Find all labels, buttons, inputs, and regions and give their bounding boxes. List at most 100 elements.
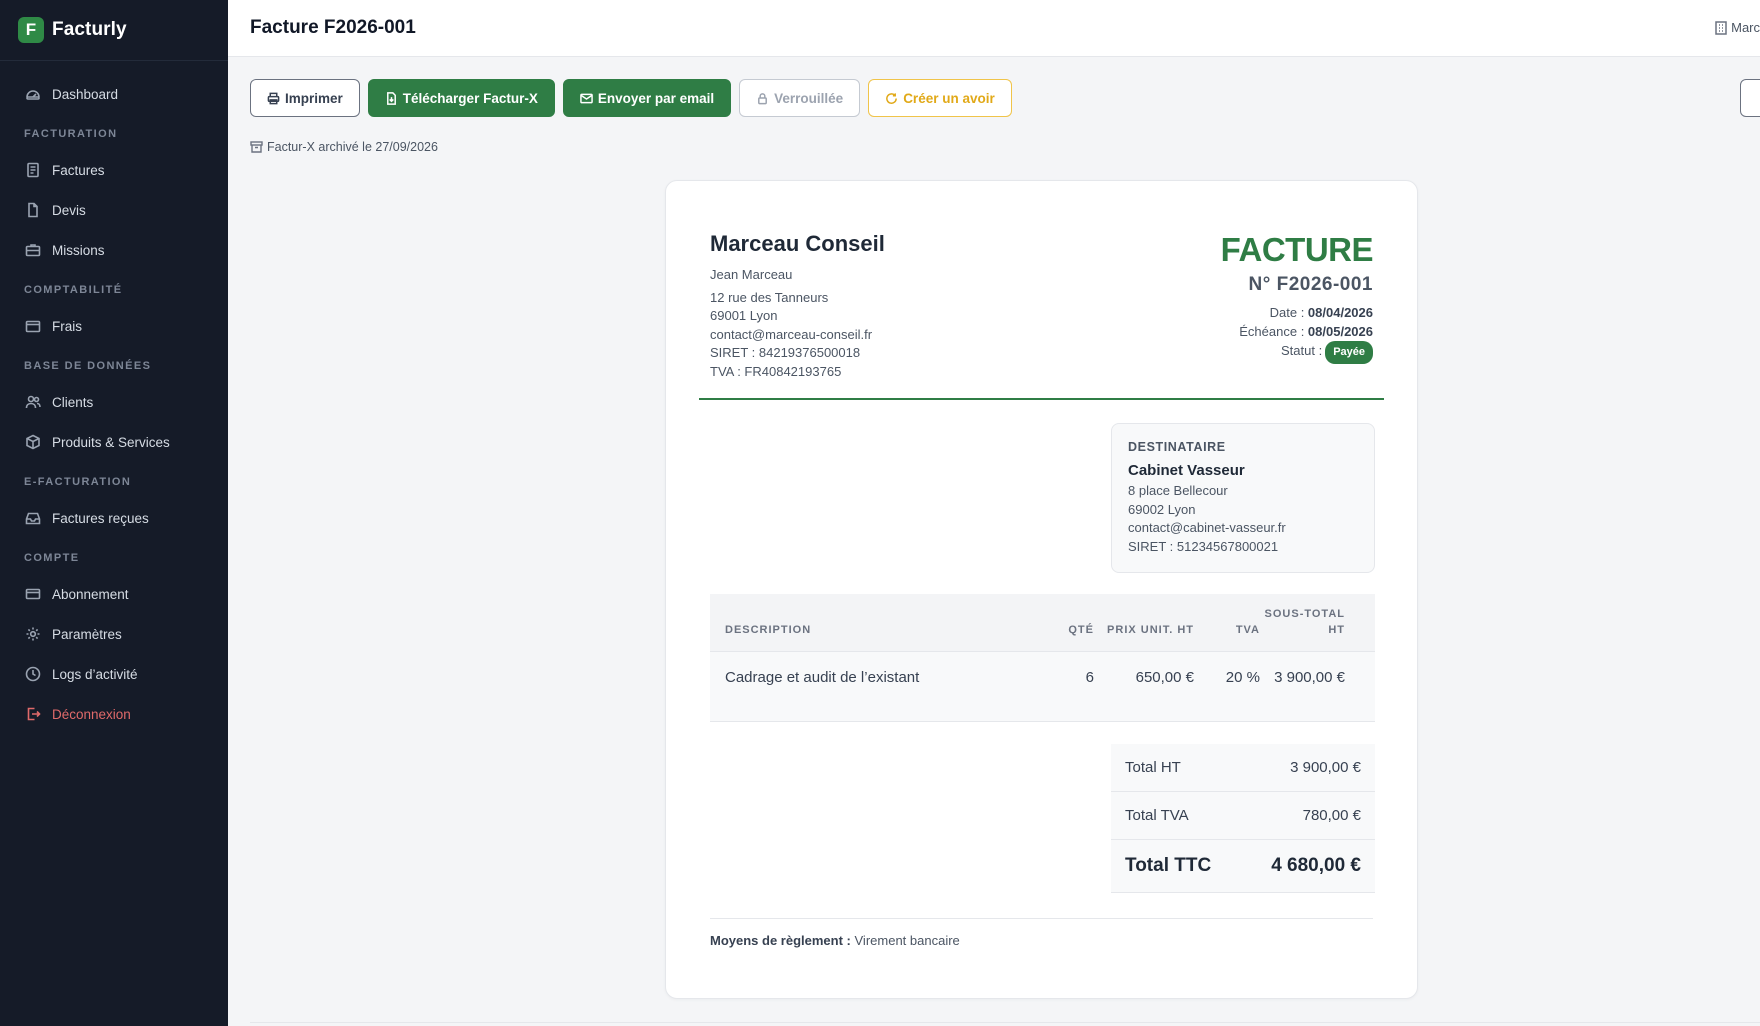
issuer-address2: 69001 Lyon (710, 308, 778, 323)
sidebar-item-missions[interactable]: Missions (0, 230, 228, 270)
sidebar-item-abonnement[interactable]: Abonnement (0, 574, 228, 614)
user-menu[interactable]: Marc (1715, 20, 1760, 35)
document-type: FACTURE (1220, 231, 1374, 268)
send-email-button[interactable]: Envoyer par email (562, 79, 732, 117)
cell-subtotal: 3 900,00 € (1274, 669, 1345, 686)
column-header-description: DESCRIPTION (725, 624, 812, 636)
sidebar-item-devis[interactable]: Devis (0, 190, 228, 230)
cell-tva: 20 % (1225, 669, 1260, 686)
sidebar-item-label: Frais (52, 318, 82, 334)
table-header: DESCRIPTION QTÉ PRIX UNIT. HT TVA SOUS-T… (710, 594, 1375, 652)
sidebar-item-label: Paramètres (52, 626, 122, 642)
more-actions-button[interactable] (1740, 79, 1760, 117)
issuer-name: Marceau Conseil (710, 231, 885, 256)
recipient-address1: 8 place Bellecour (1128, 483, 1228, 498)
due-value: 08/05/2026 (1307, 323, 1373, 339)
invoice-number: N° F2026-001 (1248, 274, 1373, 295)
sidebar-item-label: Missions (52, 242, 105, 258)
sidebar-item-factures[interactable]: Factures (0, 150, 228, 190)
download-button-label: Télécharger Factur-X (402, 90, 538, 106)
sidebar: F Facturly Dashboard FACTURATION Facture… (0, 0, 228, 1026)
recipient-name: Cabinet Vasseur (1128, 462, 1245, 479)
payment-methods: Moyens de règlement : Virement bancaire (710, 933, 960, 948)
send-button-label: Envoyer par email (597, 90, 715, 106)
issuer-tva: TVA : FR40842193765 (710, 363, 842, 379)
total-ht-row: Total HT 3 900,00 € (1111, 744, 1375, 792)
sidebar-section-facturation: FACTURATION (24, 128, 118, 140)
total-tva-label: Total TVA (1125, 807, 1189, 824)
archive-note: Factur-X archivé le 27/09/2026 (250, 140, 438, 154)
table-row: Cadrage et audit de l’existant 6 650,00 … (710, 652, 1375, 722)
sidebar-section-base: BASE DE DONNÉES (24, 360, 152, 372)
header-divider (699, 398, 1384, 400)
sidebar-item-dashboard[interactable]: Dashboard (0, 74, 228, 114)
recipient-siret: SIRET : 51234567800021 (1128, 538, 1279, 554)
credit-note-button[interactable]: Créer un avoir (868, 79, 1012, 117)
issuer-address1: 12 rue des Tanneurs (710, 289, 829, 305)
sidebar-item-produits[interactable]: Produits & Services (0, 422, 228, 462)
invoice-toolbar: Imprimer Télécharger Factur-X Envoyer pa… (250, 79, 1012, 117)
gear-icon (26, 627, 40, 641)
sidebar-item-label: Déconnexion (52, 706, 131, 722)
locked-button[interactable]: Verrouillée (739, 79, 861, 117)
app-logo: F (18, 17, 44, 43)
column-header-subtotal: SOUS-TOTAL HT (1264, 608, 1345, 636)
page-title: Facture F2026-001 (250, 17, 416, 38)
column-header-tva: TVA (1235, 624, 1260, 636)
sidebar-item-label: Factures (52, 162, 105, 178)
column-header-qty: QTÉ (1068, 624, 1094, 636)
cell-description: Cadrage et audit de l’existant (725, 669, 920, 686)
total-ttc-row: Total TTC 4 680,00 € (1111, 840, 1375, 893)
brand[interactable]: F Facturly (0, 0, 228, 61)
print-button[interactable]: Imprimer (250, 79, 360, 117)
total-tva-row: Total TVA 780,00 € (1111, 792, 1375, 840)
footer-divider (710, 918, 1373, 919)
users-icon (25, 395, 41, 409)
page-bottom-divider (250, 1022, 1760, 1023)
status-badge: Payée (1325, 341, 1373, 364)
sidebar-item-factures-recues[interactable]: Factures reçues (0, 498, 228, 538)
issuer-email: contact@marceau-conseil.fr (710, 326, 873, 342)
invoice-due-date: Échéance : 08/05/2026 (1221, 323, 1373, 342)
invoice-icon (27, 162, 39, 178)
total-ttc-value: 4 680,00 € (1271, 855, 1361, 876)
sidebar-section-efacturation: E-FACTURATION (24, 476, 132, 488)
sidebar-item-parametres[interactable]: Paramètres (0, 614, 228, 654)
payment-label: Moyens de règlement : (710, 933, 851, 948)
box-icon (26, 434, 40, 450)
sidebar-item-label: Dashboard (52, 86, 119, 102)
recipient-address2: 69002 Lyon (1128, 501, 1196, 517)
logout-icon (27, 707, 41, 721)
sidebar-item-frais[interactable]: Frais (0, 306, 228, 346)
total-ht-label: Total HT (1125, 759, 1181, 776)
total-tva-value: 780,00 € (1302, 807, 1361, 824)
issuer-contact-person: Jean Marceau (710, 267, 793, 282)
refresh-icon (886, 92, 898, 104)
sidebar-item-deconnexion[interactable]: Déconnexion (0, 694, 228, 734)
date-value: 08/04/2026 (1307, 305, 1373, 320)
file-download-icon (386, 91, 396, 105)
download-facturx-button[interactable]: Télécharger Factur-X (367, 79, 555, 117)
invoice-meta: FACTURE N° F2026-001 Date : 08/04/2026 É… (1220, 231, 1374, 364)
invoice-lines-table: DESCRIPTION QTÉ PRIX UNIT. HT TVA SOUS-T… (710, 594, 1375, 722)
building-icon (1715, 20, 1727, 35)
sidebar-item-label: Factures reçues (52, 510, 149, 526)
status-label: Statut : (1280, 343, 1323, 358)
user-name: Marc (1731, 20, 1760, 35)
recipient-block: DESTINATAIRE Cabinet Vasseur 8 place Bel… (1111, 423, 1375, 573)
sidebar-item-label: Logs d’activité (52, 666, 138, 682)
inbox-icon (25, 512, 41, 525)
invoice-status: Statut : Payée (1221, 341, 1373, 364)
cell-unit-price: 650,00 € (1135, 669, 1194, 686)
file-icon (28, 202, 38, 218)
sidebar-section-comptabilite: COMPTABILITÉ (24, 284, 123, 296)
sidebar-item-clients[interactable]: Clients (0, 382, 228, 422)
top-bar: Facture F2026-001 Marc (228, 0, 1760, 57)
archive-icon (250, 141, 263, 153)
sidebar-item-label: Clients (52, 394, 94, 410)
gauge-icon (26, 90, 40, 100)
totals-block: Total HT 3 900,00 € Total TVA 780,00 € T… (1111, 744, 1375, 893)
issuer-siret: SIRET : 84219376500018 (710, 345, 861, 360)
sidebar-item-logs[interactable]: Logs d’activité (0, 654, 228, 694)
wallet-icon (25, 320, 41, 333)
